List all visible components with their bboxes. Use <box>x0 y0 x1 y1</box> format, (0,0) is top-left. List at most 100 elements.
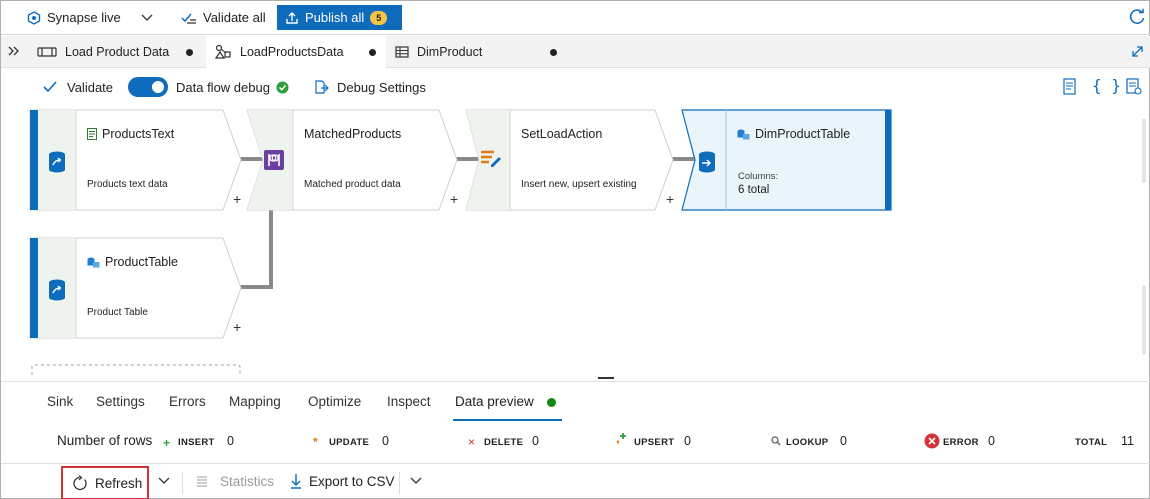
insert-icon: + <box>163 436 171 450</box>
add-transform-plus-icon[interactable]: + <box>450 192 458 206</box>
validate-all-icon <box>181 11 197 25</box>
export-csv-button[interactable]: Export to CSV <box>290 473 395 489</box>
insert-label: INSERT <box>178 437 215 448</box>
code-braces-icon[interactable]: { } <box>1092 76 1121 95</box>
columns-value: 6 total <box>738 184 770 196</box>
total-value: 11 <box>1121 434 1134 448</box>
dataflow-toolbar: Validate Data flow debug Debug Settings … <box>1 69 1150 105</box>
publish-all-button[interactable]: Publish all 5 <box>277 5 402 30</box>
export-dropdown-chevron-icon[interactable] <box>410 477 422 485</box>
synapse-icon <box>27 10 41 25</box>
statistics-label: Statistics <box>220 474 275 489</box>
text-file-icon <box>87 128 97 140</box>
statistics-icon <box>196 475 208 489</box>
refresh-dropdown-chevron-icon[interactable] <box>158 477 170 485</box>
debug-status-icon <box>276 81 289 94</box>
validate-all-label: Validate all <box>203 10 266 25</box>
refresh-icon <box>71 474 88 492</box>
settings-export-icon <box>313 79 329 95</box>
node-desc-product-table: Product Table <box>87 307 148 318</box>
source-icon <box>48 151 66 173</box>
workspace-selector[interactable]: Synapse live <box>27 1 153 34</box>
delete-value: 0 <box>532 434 539 448</box>
connector-producttable-to-matched <box>239 209 273 289</box>
chevron-down-icon <box>141 14 153 22</box>
tab-label: Load Product Data <box>65 45 170 59</box>
dedicated-pool-icon <box>87 257 100 268</box>
pipeline-icon <box>37 45 57 59</box>
number-of-rows-label: Number of rows <box>57 433 153 448</box>
validate-button[interactable]: Validate <box>43 69 113 105</box>
add-transform-plus-icon[interactable]: + <box>233 320 241 334</box>
tab-load-products-data[interactable]: LoadProductsData <box>206 36 386 68</box>
tab-mapping[interactable]: Mapping <box>229 394 281 409</box>
add-source-placeholder <box>31 364 241 375</box>
lookup-value: 0 <box>840 434 847 448</box>
update-value: 0 <box>382 434 389 448</box>
row-counts-bar: Number of rows + INSERT 0 * UPDATE 0 × D… <box>1 423 1150 461</box>
add-transform-plus-icon[interactable]: + <box>666 192 674 206</box>
validate-all-button[interactable]: Validate all <box>181 1 266 34</box>
download-icon <box>290 473 302 489</box>
preview-status-dot <box>547 398 556 407</box>
node-title-label: ProductsText <box>102 127 175 141</box>
delete-label: DELETE <box>484 437 524 448</box>
refresh-button[interactable]: Refresh <box>61 466 149 499</box>
data-flow-debug-toggle[interactable] <box>128 77 168 97</box>
unsaved-dot <box>369 49 376 56</box>
tab-inspect[interactable]: Inspect <box>387 394 431 409</box>
checkmark-icon <box>43 81 57 93</box>
node-title-label: ProductTable <box>105 255 178 269</box>
node-title-label: DimProductTable <box>755 127 851 141</box>
tab-errors[interactable]: Errors <box>169 394 206 409</box>
total-label: TOTAL <box>1075 437 1108 448</box>
lookup-icon <box>771 436 781 446</box>
insert-value: 0 <box>227 434 234 448</box>
node-desc-matched-products: Matched product data <box>304 179 401 190</box>
upsert-icon <box>615 432 629 446</box>
publish-all-label: Publish all <box>305 10 365 25</box>
error-label: ERROR <box>943 437 979 448</box>
node-title-dim-product-table[interactable]: DimProductTable <box>737 127 850 141</box>
node-title-products-text[interactable]: ProductsText <box>87 127 174 141</box>
lookup-label: LOOKUP <box>786 437 829 448</box>
error-icon <box>924 433 940 449</box>
publish-icon <box>285 11 299 25</box>
upsert-value: 0 <box>684 434 691 448</box>
tab-sink[interactable]: Sink <box>47 394 73 409</box>
delete-icon: × <box>468 435 476 449</box>
refresh-icon[interactable] <box>1128 8 1146 26</box>
tab-load-product-data[interactable]: Load Product Data <box>29 36 205 68</box>
node-title-matched-products[interactable]: MatchedProducts <box>304 127 401 141</box>
dataflow-icon <box>214 44 232 60</box>
debug-settings-button[interactable]: Debug Settings <box>313 69 426 105</box>
update-icon: * <box>313 435 318 449</box>
statistics-button[interactable]: Statistics <box>196 474 274 489</box>
add-transform-plus-icon[interactable]: + <box>233 192 241 206</box>
top-toolbar: Synapse live Validate all Publish all 5 <box>1 1 1150 35</box>
tab-strip: Load Product Data LoadProductsData DimPr… <box>1 36 1150 68</box>
dedicated-pool-icon <box>737 129 750 140</box>
divider <box>399 472 400 494</box>
columns-label: Columns: <box>738 171 779 182</box>
tab-settings[interactable]: Settings <box>96 394 145 409</box>
validate-label: Validate <box>67 79 114 95</box>
tab-label: DimProduct <box>417 45 483 59</box>
bottom-panel-tabs: Sink Settings Errors Mapping Optimize In… <box>1 381 1150 421</box>
tab-data-preview[interactable]: Data preview <box>455 394 534 409</box>
tab-dim-product[interactable]: DimProduct <box>387 36 567 68</box>
node-title-product-table[interactable]: ProductTable <box>87 255 178 269</box>
dataflow-canvas[interactable]: ProductsText Products text data MatchedP… <box>1 105 1146 377</box>
script-icon[interactable] <box>1062 78 1077 95</box>
maximize-icon[interactable] <box>1131 45 1144 58</box>
unsaved-dot <box>550 49 557 56</box>
debug-settings-label: Debug Settings <box>337 79 426 95</box>
tab-optimize[interactable]: Optimize <box>308 394 361 409</box>
panel-resize-handle[interactable] <box>598 377 614 379</box>
node-title-set-load-action[interactable]: SetLoadAction <box>521 127 602 141</box>
update-label: UPDATE <box>329 437 370 448</box>
properties-icon[interactable] <box>1125 78 1142 95</box>
node-desc-set-load-action: Insert new, upsert existing <box>521 179 637 190</box>
export-label: Export to CSV <box>309 473 395 489</box>
expand-panel-icon[interactable] <box>8 45 20 57</box>
